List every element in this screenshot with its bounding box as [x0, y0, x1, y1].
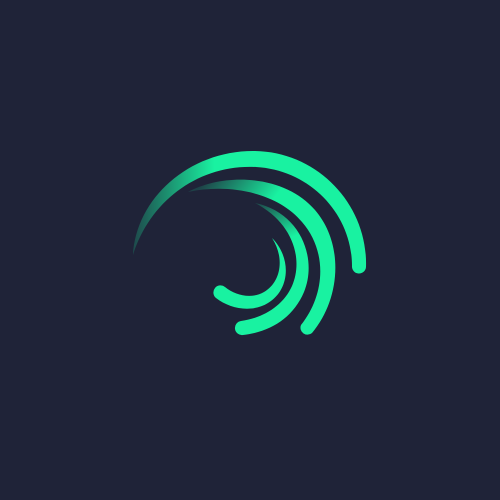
splash-screen [0, 0, 500, 500]
middle-arc [188, 179, 336, 335]
inner-arc [213, 238, 286, 309]
swirl-spiral-icon [133, 150, 367, 336]
middle-lower-arc [234, 203, 309, 336]
